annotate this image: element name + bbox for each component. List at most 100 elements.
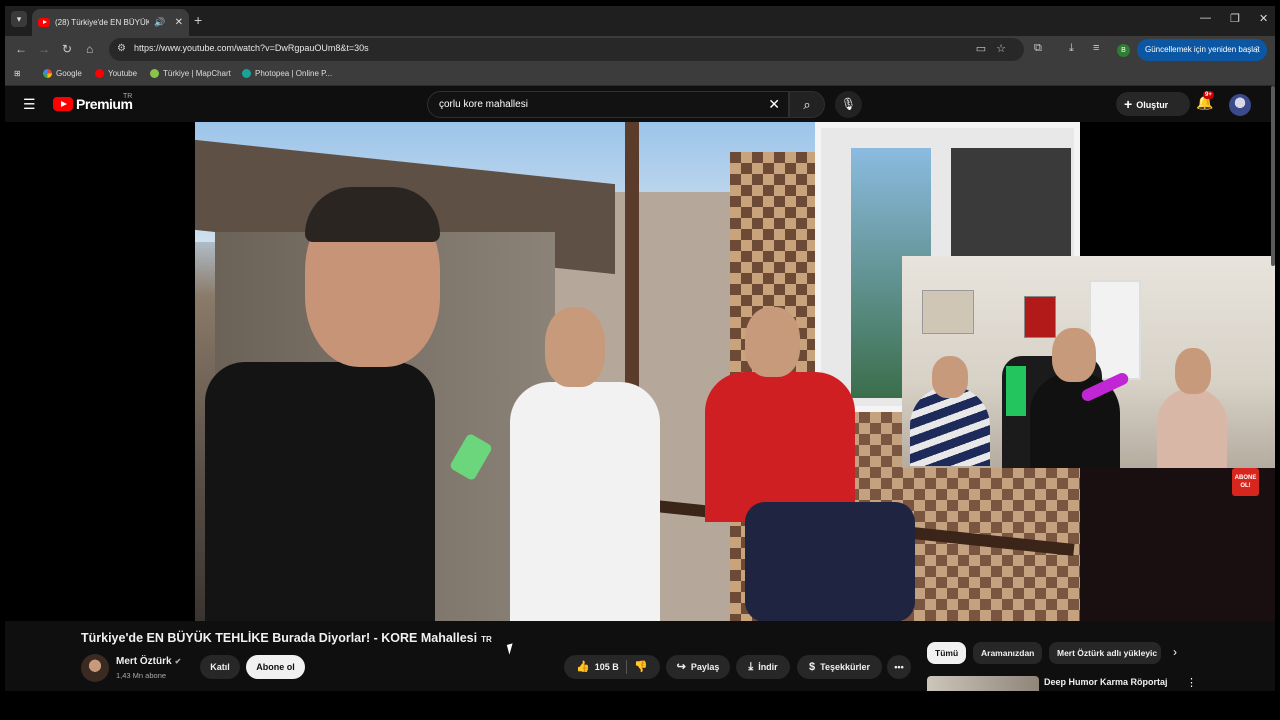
home-icon[interactable]: ⌂ (86, 42, 93, 56)
create-button[interactable]: + Oluştur (1116, 92, 1190, 116)
white-shirt (510, 382, 660, 621)
thanks-icon: $ (809, 661, 816, 673)
microphone-icon: 🎙 (840, 97, 857, 111)
top (1157, 388, 1227, 468)
bookmark-google[interactable]: Google (43, 69, 82, 78)
reload-icon[interactable]: ↻ (62, 42, 72, 56)
verified-check-icon: ✔ (174, 657, 182, 666)
chip-from-search[interactable]: Aramanızdan (973, 642, 1043, 664)
search-input[interactable]: çorlu kore mahallesi ✕ (427, 91, 789, 118)
notification-badge: 9+ (1203, 91, 1214, 99)
youtube-header: ☰ Premium TR çorlu kore mahallesi ✕ ⌕ 🎙 … (5, 86, 1275, 122)
url-text[interactable]: https://www.youtube.com/watch?v=DwRgpauO… (134, 43, 369, 53)
bookmark-star-icon[interactable]: ☆ (996, 43, 1016, 55)
head (932, 356, 968, 398)
bookmark-label: Türkiye | MapChart (163, 69, 231, 78)
more-vertical-icon[interactable]: ⋮ (1186, 676, 1197, 689)
page-scrollbar[interactable] (1271, 86, 1275, 266)
dislike-button[interactable]: 👎 (634, 655, 648, 679)
video-title: Türkiye'de EN BÜYÜK TEHLİKE Burada Diyor… (81, 631, 492, 645)
join-button[interactable]: Katıl (200, 655, 240, 679)
back-icon[interactable]: ← (15, 42, 27, 56)
poster (1024, 296, 1056, 338)
update-button-label: Güncellemek için yeniden başlat (1145, 45, 1260, 54)
chip-all[interactable]: Tümü (927, 642, 967, 664)
suggested-video-thumbnail[interactable] (927, 676, 1039, 691)
video-title-text: Türkiye'de EN BÜYÜK TEHLİKE Burada Diyor… (81, 631, 478, 645)
omnibox-actions[interactable]: ▭☆ (976, 42, 1016, 55)
bookmark-photopea[interactable]: Photopea | Online P... (242, 69, 332, 78)
chip-from-uploader[interactable]: Mert Öztürk adlı yükleyic (1049, 642, 1161, 664)
tab-strip: ▾ (28) Türkiye'de EN BÜYÜK T 🔊 ✕ + — ❐ ✕ (5, 6, 1275, 36)
profile-avatar[interactable]: B (1117, 44, 1130, 57)
channel-name-text[interactable]: Mert Öztürk (116, 656, 172, 667)
speaker-icon[interactable]: 🔊 (154, 17, 165, 28)
chevron-right-icon[interactable]: › (1173, 645, 1177, 659)
jeans (745, 502, 915, 621)
channel-avatar[interactable] (81, 654, 109, 682)
tab-close-icon[interactable]: ✕ (175, 17, 183, 28)
photopea-icon (242, 69, 251, 78)
title-badge: TR (481, 635, 492, 644)
downloads-icon[interactable]: ⤓ (1069, 42, 1074, 55)
bookmarks-bar: ⊞ Google Youtube Türkiye | MapChart Phot… (5, 64, 1275, 86)
tab-search-icon[interactable]: ▾ (11, 11, 27, 27)
bookmark-label: Google (56, 69, 82, 78)
voice-search-button[interactable]: 🎙 (835, 91, 862, 118)
download-button[interactable]: ⤓ İndir (736, 655, 790, 679)
minimize-icon[interactable]: — (1200, 12, 1211, 24)
channel-name[interactable]: Mert Öztürk ✔ (116, 656, 181, 667)
like-button[interactable]: 👍 105 B (564, 655, 626, 679)
google-icon (43, 69, 52, 78)
address-bar[interactable]: ⚙ https://www.youtube.com/watch?v=DwRgpa… (109, 38, 1024, 61)
divider (626, 660, 627, 674)
tab-title: (28) Türkiye'de EN BÜYÜK T (55, 18, 150, 27)
download-label: İndir (758, 662, 778, 672)
bookmark-youtube[interactable]: Youtube (95, 69, 137, 78)
abone-label: ABONE OL! (1234, 475, 1257, 489)
streamer-webcam (902, 256, 1275, 468)
site-info-icon[interactable]: ⚙ (117, 43, 126, 54)
window-close-icon[interactable]: ✕ (1259, 12, 1268, 25)
thanks-button[interactable]: $ Teşekkürler (797, 655, 882, 679)
extensions-icon[interactable]: ⧉ (1034, 42, 1042, 55)
hamburger-menu-icon[interactable]: ☰ (23, 96, 36, 113)
region-code: TR (123, 93, 133, 100)
youtube-logo[interactable]: Premium (53, 96, 133, 112)
hair (305, 187, 440, 242)
poster (922, 290, 974, 334)
video-player[interactable] (5, 122, 1275, 621)
suggested-video-title[interactable]: Deep Humor Karma Röportaj (1044, 677, 1168, 687)
subscribe-button[interactable]: Abone ol (246, 655, 305, 679)
download-icon: ⤓ (748, 661, 754, 673)
plus-icon: + (1124, 96, 1133, 112)
more-horizontal-icon: ••• (894, 662, 904, 672)
forward-icon[interactable]: → (38, 42, 50, 56)
bookmark-mapchart[interactable]: Türkiye | MapChart (150, 69, 231, 78)
update-button[interactable]: Güncellemek için yeniden başlat ⋮ (1137, 39, 1267, 61)
media-icon[interactable]: ≡ (1093, 42, 1099, 54)
browser-toolbar: ← → ↻ ⌂ ⚙ https://www.youtube.com/watch?… (5, 36, 1275, 64)
new-tab-icon[interactable]: + (194, 12, 202, 28)
cast-icon[interactable]: ▭ (976, 43, 996, 55)
create-label: Oluştur (1136, 100, 1169, 110)
browser-tab[interactable]: (28) Türkiye'de EN BÜYÜK T 🔊 ✕ (32, 9, 189, 36)
youtube-play-icon (53, 97, 73, 111)
head (745, 307, 800, 377)
more-actions-button[interactable]: ••• (887, 655, 911, 679)
share-button[interactable]: ↪ Paylaş (666, 655, 730, 679)
chair-accent (1006, 366, 1026, 416)
head (545, 307, 605, 387)
apps-grid-icon[interactable]: ⊞ (14, 69, 21, 78)
menu-kebab-icon[interactable]: ⋮ (1253, 39, 1261, 61)
bookmark-label: Photopea | Online P... (255, 69, 333, 78)
like-dislike-group: 👍 105 B 👎 (564, 655, 660, 679)
bookmark-label: Youtube (108, 69, 138, 78)
clear-search-icon[interactable]: ✕ (768, 96, 780, 113)
account-avatar[interactable] (1229, 94, 1251, 116)
search-button[interactable]: ⌕ (789, 91, 825, 118)
search-icon: ⌕ (803, 97, 811, 112)
search-query[interactable]: çorlu kore mahallesi (439, 99, 528, 110)
red-shirt (705, 372, 855, 522)
restore-icon[interactable]: ❐ (1230, 12, 1240, 25)
